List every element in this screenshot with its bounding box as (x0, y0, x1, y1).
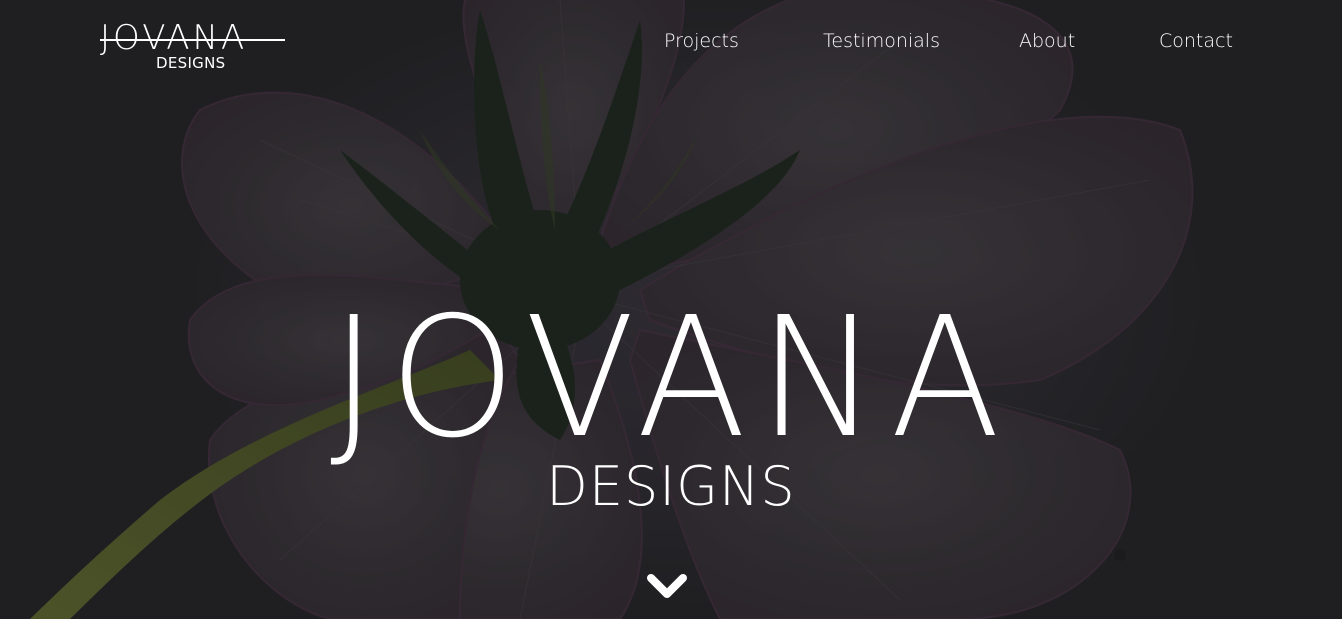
site-header: JOVANA DESIGNS Projects Testimonials Abo… (0, 0, 1342, 80)
nav-link-contact[interactable]: Contact (1159, 30, 1233, 52)
nav-link-testimonials[interactable]: Testimonials (823, 30, 940, 52)
hero-subtitle: DESIGNS (546, 455, 796, 518)
hero-section: JOVANA DESIGNS Projects Testimonials Abo… (0, 0, 1342, 619)
main-nav: Projects Testimonials About Contact (0, 30, 1342, 56)
nav-link-about[interactable]: About (1019, 30, 1075, 52)
nav-link-projects[interactable]: Projects (664, 30, 739, 52)
logo-sub-text: DESIGNS (156, 54, 226, 72)
hero-title: JOVANA (330, 282, 1012, 475)
chevron-down-icon[interactable] (645, 572, 689, 606)
